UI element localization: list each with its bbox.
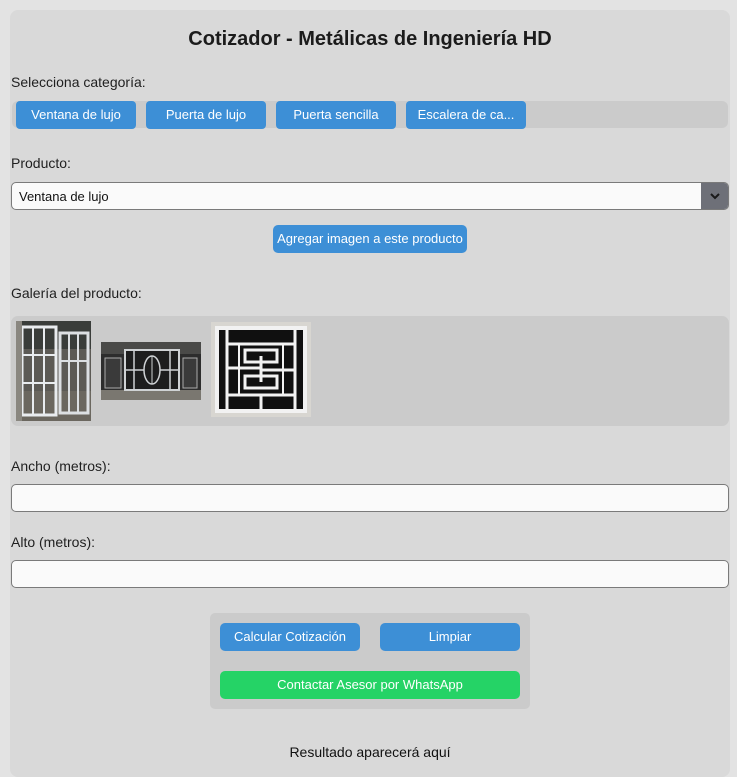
category-button-ventana-de-lujo[interactable]: Ventana de lujo xyxy=(16,101,136,129)
chevron-down-icon[interactable] xyxy=(701,183,728,209)
category-label: Selecciona categoría: xyxy=(11,74,146,90)
add-image-button[interactable]: Agregar imagen a este producto xyxy=(273,225,467,253)
category-button-puerta-sencilla[interactable]: Puerta sencilla xyxy=(276,101,396,129)
product-gallery xyxy=(11,316,729,426)
height-label: Alto (metros): xyxy=(11,534,96,550)
clear-button[interactable]: Limpiar xyxy=(380,623,520,651)
gallery-image[interactable] xyxy=(211,322,311,417)
page-title: Cotizador - Metálicas de Ingeniería HD xyxy=(188,28,552,50)
gallery-label: Galería del producto: xyxy=(11,285,142,301)
gallery-image[interactable] xyxy=(16,321,91,421)
category-button-escalera[interactable]: Escalera de ca... xyxy=(406,101,526,129)
product-label: Producto: xyxy=(11,155,71,171)
whatsapp-contact-button[interactable]: Contactar Asesor por WhatsApp xyxy=(220,671,520,699)
width-label: Ancho (metros): xyxy=(11,458,111,474)
width-input[interactable] xyxy=(11,484,729,512)
category-button-puerta-de-lujo[interactable]: Puerta de lujo xyxy=(146,101,266,129)
gallery-image[interactable] xyxy=(101,342,201,400)
quote-panel: Cotizador - Metálicas de Ingeniería HD S… xyxy=(10,10,730,777)
calculate-quote-button[interactable]: Calcular Cotización xyxy=(220,623,360,651)
product-select[interactable]: Ventana de lujo xyxy=(11,182,729,210)
result-text: Resultado aparecerá aquí xyxy=(289,744,451,760)
height-input[interactable] xyxy=(11,560,729,588)
product-select-value: Ventana de lujo xyxy=(19,189,109,204)
